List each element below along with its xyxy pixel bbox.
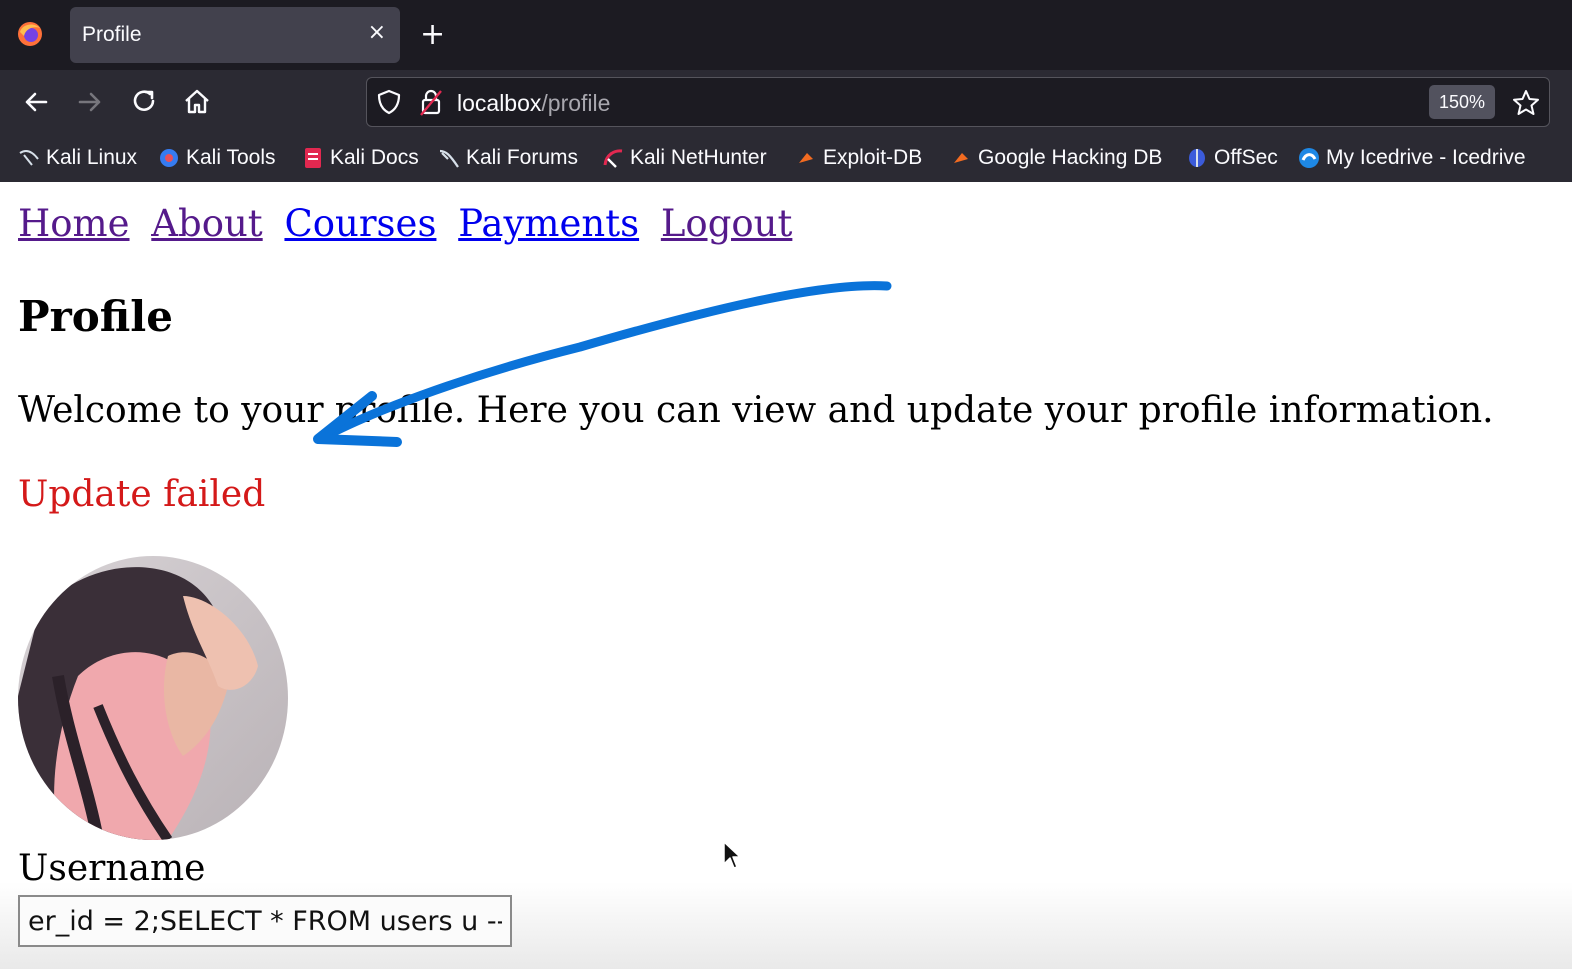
page-title: Profile (18, 292, 173, 341)
bookmark-kali-tools[interactable]: Kali Tools (158, 144, 276, 172)
close-tab-icon[interactable]: × (368, 21, 386, 45)
bookmark-kali-linux[interactable]: Kali Linux (18, 144, 137, 172)
url-path: /profile (541, 90, 611, 116)
browser-tab-strip: Profile × + (0, 0, 1572, 70)
profile-photo (18, 556, 288, 840)
bookmark-my-icedrive[interactable]: My Icedrive - Icedrive (1298, 144, 1526, 172)
nav-link-logout[interactable]: Logout (661, 202, 793, 245)
insecure-lock-icon[interactable] (417, 87, 445, 117)
bookmark-label: Google Hacking DB (978, 146, 1163, 169)
bookmark-label: Exploit-DB (823, 146, 923, 169)
address-bar[interactable]: localbox/profile 150% (366, 77, 1550, 127)
tab-profile[interactable]: Profile × (70, 7, 400, 63)
nav-link-about[interactable]: About (151, 202, 262, 245)
bookmark-label: Kali Linux (46, 146, 138, 169)
kali-dragon-icon (19, 150, 39, 166)
nav-link-courses[interactable]: Courses (284, 202, 436, 245)
error-message: Update failed (18, 474, 266, 515)
reload-icon[interactable] (128, 86, 160, 118)
nav-link-home[interactable]: Home (18, 202, 130, 245)
bookmark-label: My Icedrive - Icedrive (1326, 146, 1526, 169)
home-icon[interactable] (181, 86, 213, 118)
url-text[interactable]: localbox/profile (457, 90, 610, 117)
web-page: Home About Courses Payments Logout Profi… (0, 182, 1572, 969)
exploit-db-icon (799, 153, 813, 163)
back-arrow-icon[interactable] (20, 86, 52, 118)
bookmark-label: Kali NetHunter (630, 146, 767, 169)
icedrive-icon (1299, 148, 1319, 168)
bookmark-label: Kali Docs (330, 146, 419, 169)
bookmark-kali-forums[interactable]: Kali Forums (438, 144, 578, 172)
firefox-logo-icon[interactable] (16, 20, 44, 48)
offsec-icon (1189, 149, 1205, 167)
bookmark-exploit-db[interactable]: Exploit-DB (795, 144, 922, 172)
bookmark-kali-nethunter[interactable]: Kali NetHunter (602, 144, 767, 172)
ghdb-icon (954, 153, 968, 163)
bookmark-label: Kali Tools (186, 146, 276, 169)
annotation-arrow-icon (313, 281, 892, 447)
site-nav: Home About Courses Payments Logout (18, 202, 802, 245)
username-input[interactable] (18, 895, 512, 947)
kali-docs-icon (305, 148, 321, 168)
bookmark-google-hacking-db[interactable]: Google Hacking DB (950, 144, 1162, 172)
bookmark-kali-docs[interactable]: Kali Docs (302, 144, 419, 172)
nethunter-icon (603, 149, 623, 168)
zoom-level-button[interactable]: 150% (1429, 85, 1495, 119)
url-host: localbox (457, 90, 542, 116)
forward-arrow-icon[interactable] (74, 86, 106, 118)
shield-icon[interactable] (375, 88, 403, 116)
bookmark-label: Kali Forums (466, 146, 579, 169)
mouse-cursor-icon (723, 841, 741, 869)
nav-link-payments[interactable]: Payments (458, 202, 639, 245)
bookmark-label: OffSec (1214, 146, 1278, 169)
kali-forums-icon (439, 149, 459, 168)
bookmarks-toolbar: Kali Linux Kali Tools Kali Docs Kali For… (0, 134, 1572, 182)
navigation-toolbar: localbox/profile 150% (0, 70, 1572, 134)
new-tab-button[interactable]: + (420, 18, 445, 52)
tab-title: Profile (82, 23, 142, 46)
kali-tools-icon (160, 149, 178, 167)
profile-avatar (18, 556, 288, 840)
welcome-text: Welcome to your profile. Here you can vi… (18, 390, 1494, 431)
bookmark-offsec[interactable]: OffSec (1186, 144, 1278, 172)
username-label: Username (18, 848, 206, 889)
bookmark-star-icon[interactable] (1511, 88, 1541, 118)
